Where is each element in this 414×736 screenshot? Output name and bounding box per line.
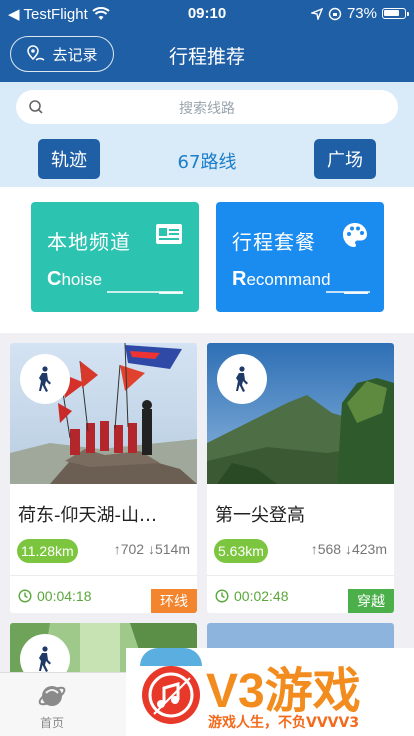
route-elevation: ↑702 ↓514m [114,541,190,557]
route-card[interactable]: 第一尖登高 5.63km ↑568 ↓423m 00:02:48 穿越 [207,343,394,613]
route-ascent: 568 [317,541,342,557]
battery-percent: 73% [346,5,377,22]
duration-value: 00:04:18 [37,588,92,604]
hiker-icon [39,366,51,392]
route-card[interactable]: 荷东-仰天湖-山… 11.28km ↑702 ↓514m 00:04:18 环线 [10,343,197,613]
logo-accent [140,648,202,666]
v3-music-logo-icon [142,666,200,724]
search-zone: 搜索线路 轨迹 67路线 广场 [0,82,414,187]
watermark-slogan: 游戏人生，不负VVVV3 [208,715,360,731]
location-arrow-icon [310,7,323,20]
tab-home-label: 首页 [39,716,64,730]
feature-title: 行程套餐 [232,230,316,254]
clock-icon [18,589,32,603]
search-input[interactable]: 搜索线路 [16,90,398,124]
card-divider [10,575,197,576]
tab-home[interactable]: 首页 [26,681,78,731]
feature-subtitle: Choise [47,268,103,290]
descent-icon: ↓ [147,541,155,557]
route-count: 67路线 [177,152,237,173]
feature-zone: 本地频道 Choise 行程套餐 Recommand [0,187,414,333]
planet-icon [38,686,66,706]
local-channel-card[interactable]: 本地频道 Choise [31,202,199,312]
route-distance: 5.63km [214,539,268,563]
hiking-badge [217,354,267,404]
nav-bar: 去记录 行程推荐 [0,28,414,82]
route-elevation: ↑568 ↓423m [311,541,387,557]
status-bar: ◀ TestFlight 09:10 73% [0,0,414,28]
card-divider [207,575,394,576]
track-button[interactable]: 轨迹 [38,139,100,179]
search-placeholder: 搜索线路 [179,101,235,117]
page-title: 行程推荐 [168,46,245,68]
clock-icon [215,589,229,603]
route-type-tag: 环线 [151,589,197,613]
route-type-tag: 穿越 [348,589,394,613]
feature-subtitle: Recommand [232,268,331,290]
ascent-icon: ↑ [113,541,121,557]
feature-underline-accent [159,292,183,294]
route-name: 荷东-仰天湖-山… [18,505,157,526]
route-ascent: 702 [120,541,145,557]
status-right: 73% [310,5,409,22]
route-descent: 514m [154,541,190,557]
rotation-lock-icon [328,7,342,20]
watermark-brand: V3游戏 [206,665,361,718]
recommend-package-card[interactable]: 行程套餐 Recommand [216,202,384,312]
feature-title: 本地频道 [47,230,131,254]
route-duration: 00:04:18 [18,588,92,604]
hiker-icon [236,366,248,392]
palette-icon [343,223,367,247]
duration-value: 00:02:48 [234,588,289,604]
ascent-icon: ↑ [310,541,318,557]
id-card-icon [156,224,182,244]
hiker-icon [39,646,51,672]
hiking-badge [20,354,70,404]
plaza-button[interactable]: 广场 [314,139,376,179]
descent-icon: ↓ [344,541,352,557]
route-descent: 423m [351,541,387,557]
route-distance: 11.28km [17,539,78,563]
route-name: 第一尖登高 [215,505,305,526]
feature-underline-accent [344,292,368,294]
battery-icon [382,8,409,19]
route-duration: 00:02:48 [215,588,289,604]
